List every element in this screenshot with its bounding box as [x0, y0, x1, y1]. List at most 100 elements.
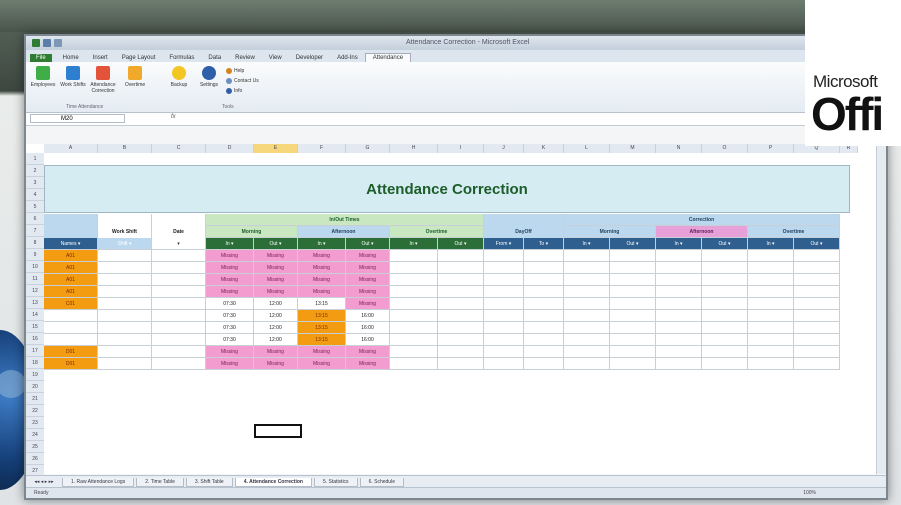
empty-cell[interactable]	[656, 298, 702, 310]
save-icon[interactable]	[43, 39, 51, 47]
row-header[interactable]: 15	[26, 321, 44, 333]
time-cell[interactable]: Missing	[346, 346, 390, 358]
tab-review[interactable]: Review	[228, 54, 262, 62]
empty-cell[interactable]	[610, 274, 656, 286]
tab-view[interactable]: View	[262, 54, 289, 62]
empty-cell[interactable]	[702, 322, 748, 334]
empty-cell[interactable]	[702, 334, 748, 346]
tab-formulas[interactable]: Formulas	[162, 54, 201, 62]
worksheet-grid[interactable]: ABCDEFGHIJKLMNOPQR 1 2 3 4 5 6 7 8 9 10 11 12 13 14 15…	[26, 144, 886, 477]
time-cell[interactable]: 12:00	[254, 322, 298, 334]
empty-cell[interactable]	[656, 334, 702, 346]
empty-cell[interactable]	[656, 286, 702, 298]
empty-cell[interactable]	[794, 250, 840, 262]
empty-cell[interactable]	[794, 310, 840, 322]
row-header[interactable]: 1	[26, 153, 44, 165]
correction-overtime-header[interactable]: Overtime	[748, 226, 840, 238]
time-cell[interactable]: Missing	[206, 286, 254, 298]
time-cell[interactable]: Missing	[346, 262, 390, 274]
date-filter[interactable]: ▾	[152, 238, 206, 250]
column-header[interactable]: M	[610, 144, 656, 153]
empty-cell[interactable]	[390, 250, 438, 262]
empty-cell[interactable]	[438, 334, 484, 346]
empty-cell[interactable]	[794, 274, 840, 286]
row-header[interactable]: 22	[26, 405, 44, 417]
time-cell[interactable]: Missing	[346, 250, 390, 262]
empty-cell[interactable]	[564, 346, 610, 358]
empty-cell[interactable]	[390, 334, 438, 346]
time-cell[interactable]: 13:15	[298, 322, 346, 334]
time-cell[interactable]: 12:00	[254, 334, 298, 346]
empty-cell[interactable]	[610, 322, 656, 334]
empty-cell[interactable]	[794, 346, 840, 358]
time-cell[interactable]: Missing	[346, 286, 390, 298]
empty-cell[interactable]	[484, 262, 524, 274]
empty-cell[interactable]	[702, 250, 748, 262]
empty-cell[interactable]	[564, 286, 610, 298]
time-cell[interactable]: Missing	[206, 250, 254, 262]
file-tab[interactable]: File	[30, 54, 52, 62]
time-cell[interactable]: Missing	[298, 250, 346, 262]
tab-insert[interactable]: Insert	[86, 54, 115, 62]
shift-cell[interactable]	[98, 310, 152, 322]
afternoon-header[interactable]: Afternoon	[298, 226, 390, 238]
column-header[interactable]: O	[702, 144, 748, 153]
sheet-nav-arrows[interactable]: ◂◂ ◂ ▸ ▸▸	[26, 479, 62, 485]
in-out-filter[interactable]: In ▾	[656, 238, 702, 250]
column-header[interactable]: L	[564, 144, 610, 153]
empty-cell[interactable]	[484, 334, 524, 346]
active-cell-selection[interactable]	[254, 424, 302, 438]
empty-cell[interactable]	[702, 286, 748, 298]
empty-cell[interactable]	[390, 322, 438, 334]
time-cell[interactable]: 07:30	[206, 298, 254, 310]
empty-cell[interactable]	[390, 358, 438, 370]
row-header[interactable]: 3	[26, 177, 44, 189]
empty-cell[interactable]	[524, 262, 564, 274]
time-cell[interactable]: Missing	[298, 274, 346, 286]
employee-cell[interactable]: D01	[44, 346, 98, 358]
empty-cell[interactable]	[610, 310, 656, 322]
empty-cell[interactable]	[564, 334, 610, 346]
row-header[interactable]: 10	[26, 261, 44, 273]
empty-cell[interactable]	[524, 286, 564, 298]
overtime-button[interactable]: Overtime	[122, 66, 148, 88]
shift-cell[interactable]	[98, 358, 152, 370]
time-cell[interactable]: Missing	[254, 358, 298, 370]
empty-cell[interactable]	[656, 346, 702, 358]
row-header[interactable]: 26	[26, 453, 44, 465]
empty-cell[interactable]	[484, 310, 524, 322]
date-cell[interactable]	[152, 262, 206, 274]
empty-cell[interactable]	[702, 310, 748, 322]
empty-cell[interactable]	[656, 274, 702, 286]
empty-cell[interactable]	[748, 322, 794, 334]
empty-cell[interactable]	[610, 250, 656, 262]
shift-cell[interactable]	[98, 334, 152, 346]
in-out-filter[interactable]: To ▾	[524, 238, 564, 250]
row-header[interactable]: 23	[26, 417, 44, 429]
zoom-level[interactable]: 100%	[803, 490, 816, 496]
column-header[interactable]: G	[346, 144, 390, 153]
empty-cell[interactable]	[484, 298, 524, 310]
info-button[interactable]: Info	[226, 86, 259, 96]
in-out-filter[interactable]: Out ▾	[438, 238, 484, 250]
empty-cell[interactable]	[524, 334, 564, 346]
sheet-tab-attendance-correction[interactable]: 4. Attendance Correction	[234, 477, 312, 487]
time-cell[interactable]: Missing	[206, 274, 254, 286]
employee-cell[interactable]: A01	[44, 250, 98, 262]
empty-cell[interactable]	[484, 286, 524, 298]
employee-cell[interactable]: A01	[44, 286, 98, 298]
employee-cell[interactable]	[44, 334, 98, 346]
time-cell[interactable]: 07:30	[206, 334, 254, 346]
employee-filter[interactable]: Names ▾	[44, 238, 98, 250]
time-cell[interactable]: 16:00	[346, 334, 390, 346]
row-header[interactable]: 25	[26, 441, 44, 453]
date-cell[interactable]	[152, 274, 206, 286]
row-header[interactable]: 8	[26, 237, 44, 249]
date-cell[interactable]	[152, 286, 206, 298]
empty-cell[interactable]	[390, 346, 438, 358]
empty-cell[interactable]	[390, 310, 438, 322]
time-cell[interactable]: Missing	[298, 358, 346, 370]
in-out-filter[interactable]: Out ▾	[610, 238, 656, 250]
time-cell[interactable]: Missing	[206, 358, 254, 370]
shift-cell[interactable]	[98, 322, 152, 334]
